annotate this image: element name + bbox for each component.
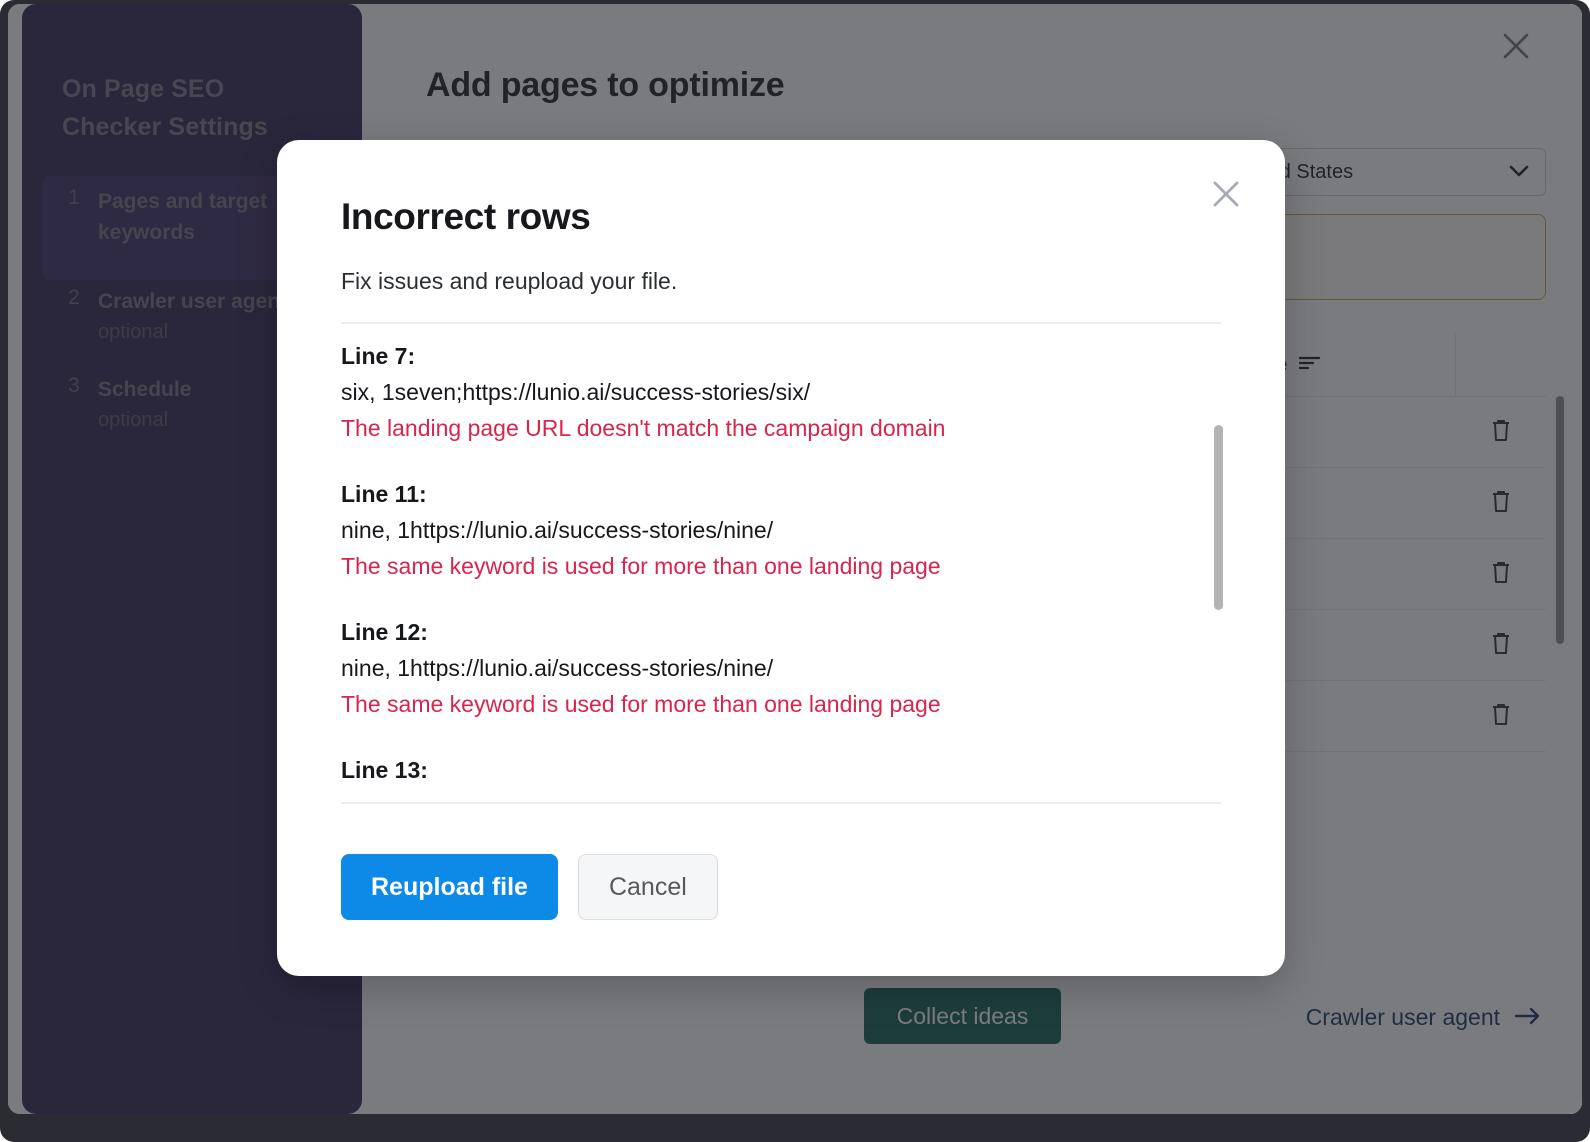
incorrect-row-item: Line 13: ten, 1https://kek.ai/success-st… [341, 752, 1241, 794]
issue-row-content: nine, 1https://lunio.ai/success-stories/… [341, 650, 1241, 686]
close-icon[interactable] [1205, 173, 1247, 215]
modal-subtitle: Fix issues and reupload your file. [341, 268, 677, 295]
issue-error-message: The same keyword is used for more than o… [341, 686, 1241, 722]
issue-row-content: six, 1seven;https://lunio.ai/success-sto… [341, 374, 1241, 410]
incorrect-rows-modal: Incorrect rows Fix issues and reupload y… [277, 140, 1285, 976]
divider [341, 322, 1221, 324]
modal-scrollbar-thumb[interactable] [1214, 425, 1223, 610]
incorrect-row-item: Line 7: six, 1seven;https://lunio.ai/suc… [341, 338, 1241, 446]
reupload-file-button[interactable]: Reupload file [341, 854, 558, 920]
cancel-button[interactable]: Cancel [578, 854, 718, 920]
app-window: On Page SEO Checker Settings 1 Pages and… [0, 0, 1590, 1142]
issue-error-message: The same keyword is used for more than o… [341, 548, 1241, 584]
issue-line-number: Line 11: [341, 476, 1241, 512]
incorrect-rows-list[interactable]: Line 7: six, 1seven;https://lunio.ai/suc… [341, 338, 1241, 794]
modal-title: Incorrect rows [341, 196, 590, 238]
issue-line-number: Line 13: [341, 752, 1241, 788]
divider [341, 802, 1221, 804]
issue-line-number: Line 7: [341, 338, 1241, 374]
issue-line-number: Line 12: [341, 614, 1241, 650]
incorrect-row-item: Line 11: nine, 1https://lunio.ai/success… [341, 476, 1241, 584]
issue-row-content: ten, 1https://kek.ai/success-stories/nin… [341, 788, 1241, 794]
issue-error-message: The landing page URL doesn't match the c… [341, 410, 1241, 446]
modal-actions: Reupload file Cancel [341, 854, 718, 920]
issue-row-content: nine, 1https://lunio.ai/success-stories/… [341, 512, 1241, 548]
incorrect-row-item: Line 12: nine, 1https://lunio.ai/success… [341, 614, 1241, 722]
